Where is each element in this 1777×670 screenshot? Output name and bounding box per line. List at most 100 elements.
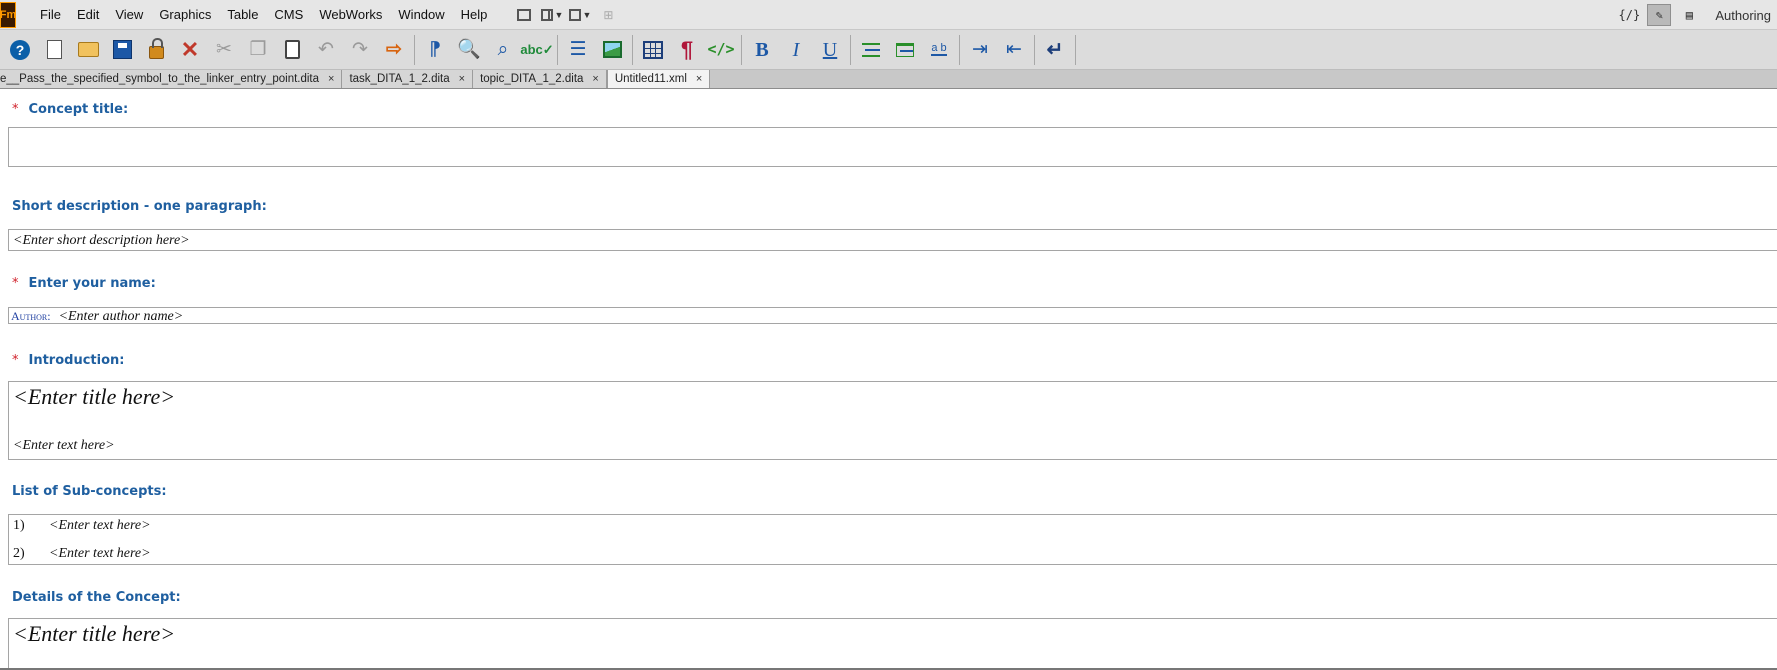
layout-dropdown[interactable]: ▼ [541,6,563,24]
label-text: Introduction: [28,353,125,368]
align-button[interactable] [857,35,885,65]
spell-check-button[interactable]: abc✓ [520,35,553,65]
close-icon[interactable]: × [592,73,598,85]
indent-button[interactable]: ⇥ [966,35,994,65]
open-button[interactable] [74,35,102,65]
document-tab-bar: e__Pass_the_specified_symbol_to_the_link… [0,70,1777,89]
tab-label: Untitled11.xml [614,73,687,85]
help-icon: ? [10,39,30,60]
list-number: 1) [13,518,25,533]
author-field[interactable]: Author: <Enter author name> [8,307,1777,324]
author-element-tag: Author: [11,309,51,323]
short-description-placeholder: <Enter short description here> [13,233,190,248]
bold-button[interactable]: B [748,35,776,65]
undo-button[interactable]: ↶ [312,35,340,65]
close-icon[interactable]: × [328,73,334,85]
highlight-lines-icon [896,42,914,57]
toolbar-separator [557,34,558,65]
wysiwyg-view-icon[interactable]: ▤ [1677,4,1701,26]
lock-button[interactable] [142,35,170,65]
insert-table-button[interactable] [639,35,667,65]
help-button[interactable]: ? [6,35,34,65]
save-icon [112,40,132,59]
introduction-title-placeholder[interactable]: <Enter title here> [13,384,175,410]
underline-button[interactable]: U [816,35,844,65]
introduction-text-placeholder[interactable]: <Enter text here> [13,438,115,454]
label-text: List of Sub-concepts: [12,484,167,499]
find-button[interactable]: 🔍 [455,35,483,65]
text-style-button[interactable]: a b [925,35,953,65]
toolbar-separator [1075,34,1076,65]
insert-image-button[interactable] [598,35,626,65]
details-field[interactable]: <Enter title here> [8,618,1777,668]
list-item[interactable]: 2) <Enter text here> [13,546,151,562]
screen-mode-dropdown[interactable]: ▼ [569,6,591,24]
save-button[interactable] [108,35,136,65]
outdent-button[interactable]: ⇤ [1000,35,1028,65]
required-marker: * [12,276,19,291]
chevron-down-icon: ▼ [554,9,564,20]
details-label: Details of the Concept: [12,590,181,605]
menu-table[interactable]: Table [219,0,266,30]
spelling-button[interactable]: ⁋ [421,35,449,65]
list-item[interactable]: 1) <Enter text here> [13,518,151,534]
close-icon[interactable]: × [696,73,702,85]
menu-help[interactable]: Help [453,0,496,30]
document-editor: * Concept title: Short description - one … [0,90,1777,670]
tab-topic-dita[interactable]: topic_DITA_1_2.dita × [473,70,607,88]
menu-bar: Fm File Edit View Graphics Table CMS Web… [0,0,1777,30]
image-icon [602,41,622,58]
panel-layout-icon[interactable] [513,6,535,24]
toolbar-separator [1034,34,1035,65]
code-view-button[interactable]: </> [707,35,735,65]
toolbar-separator [632,34,633,65]
insert-arrow-button[interactable]: ⇨ [380,35,408,65]
redo-button[interactable]: ↷ [346,35,374,65]
list-item-placeholder: <Enter text here> [49,546,151,561]
copy-button[interactable]: ❐ [244,35,272,65]
list-item-placeholder: <Enter text here> [49,518,151,533]
delete-button[interactable]: ✕ [176,35,204,65]
highlight-button[interactable] [891,35,919,65]
tab-task-dita[interactable]: task_DITA_1_2.dita × [342,70,474,88]
menu-webworks[interactable]: WebWorks [311,0,390,30]
menu-window[interactable]: Window [390,0,452,30]
tab-untitled11[interactable]: Untitled11.xml × [606,70,711,88]
short-description-field[interactable]: <Enter short description here> [8,229,1777,251]
menu-edit[interactable]: Edit [69,0,107,30]
toolbar-separator [959,34,960,65]
screen-mode-icon [569,8,582,21]
sub-concepts-list[interactable]: 1) <Enter text here> 2) <Enter text here… [8,514,1777,565]
cut-button[interactable]: ✂ [210,35,238,65]
line-break-button[interactable]: ↵ [1041,35,1069,65]
new-document-button[interactable] [40,35,68,65]
introduction-label: * Introduction: [12,353,124,368]
workspace-mode-label[interactable]: Authoring [1715,8,1771,23]
menu-graphics[interactable]: Graphics [151,0,219,30]
author-view-pencil-icon[interactable]: ✎ [1647,4,1672,26]
view-mode-tools: {/} ✎ ▤ Authoring [1617,0,1777,30]
paste-button[interactable] [278,35,306,65]
bulleted-list-button[interactable]: ☰ [564,35,592,65]
italic-button[interactable]: I [782,35,810,65]
short-description-label: Short description - one paragraph: [12,199,267,214]
menu-file[interactable]: File [32,0,69,30]
concept-title-field[interactable] [8,127,1777,167]
tab-entry-point-dita[interactable]: e__Pass_the_specified_symbol_to_the_link… [0,70,343,88]
details-title-placeholder[interactable]: <Enter title here> [13,621,175,647]
label-text: Enter your name: [28,276,156,291]
table-icon [643,40,663,59]
xml-code-view-icon[interactable]: {/} [1617,4,1641,26]
workspace-controls: ▼ ▼ ⊞ [513,6,619,24]
concept-title-label: * Concept title: [12,102,128,117]
menu-cms[interactable]: CMS [266,0,311,30]
paragraph-marks-button[interactable]: ¶ [673,35,701,65]
find-next-button[interactable]: ⌕ [489,35,517,65]
structure-view-icon[interactable]: ⊞ [597,6,619,24]
chevron-down-icon: ▼ [582,9,592,20]
menu-view[interactable]: View [107,0,151,30]
introduction-field[interactable]: <Enter title here> <Enter text here> [8,381,1777,460]
folder-icon [77,42,99,57]
label-text: Short description - one paragraph: [12,199,267,214]
close-icon[interactable]: × [459,73,465,85]
